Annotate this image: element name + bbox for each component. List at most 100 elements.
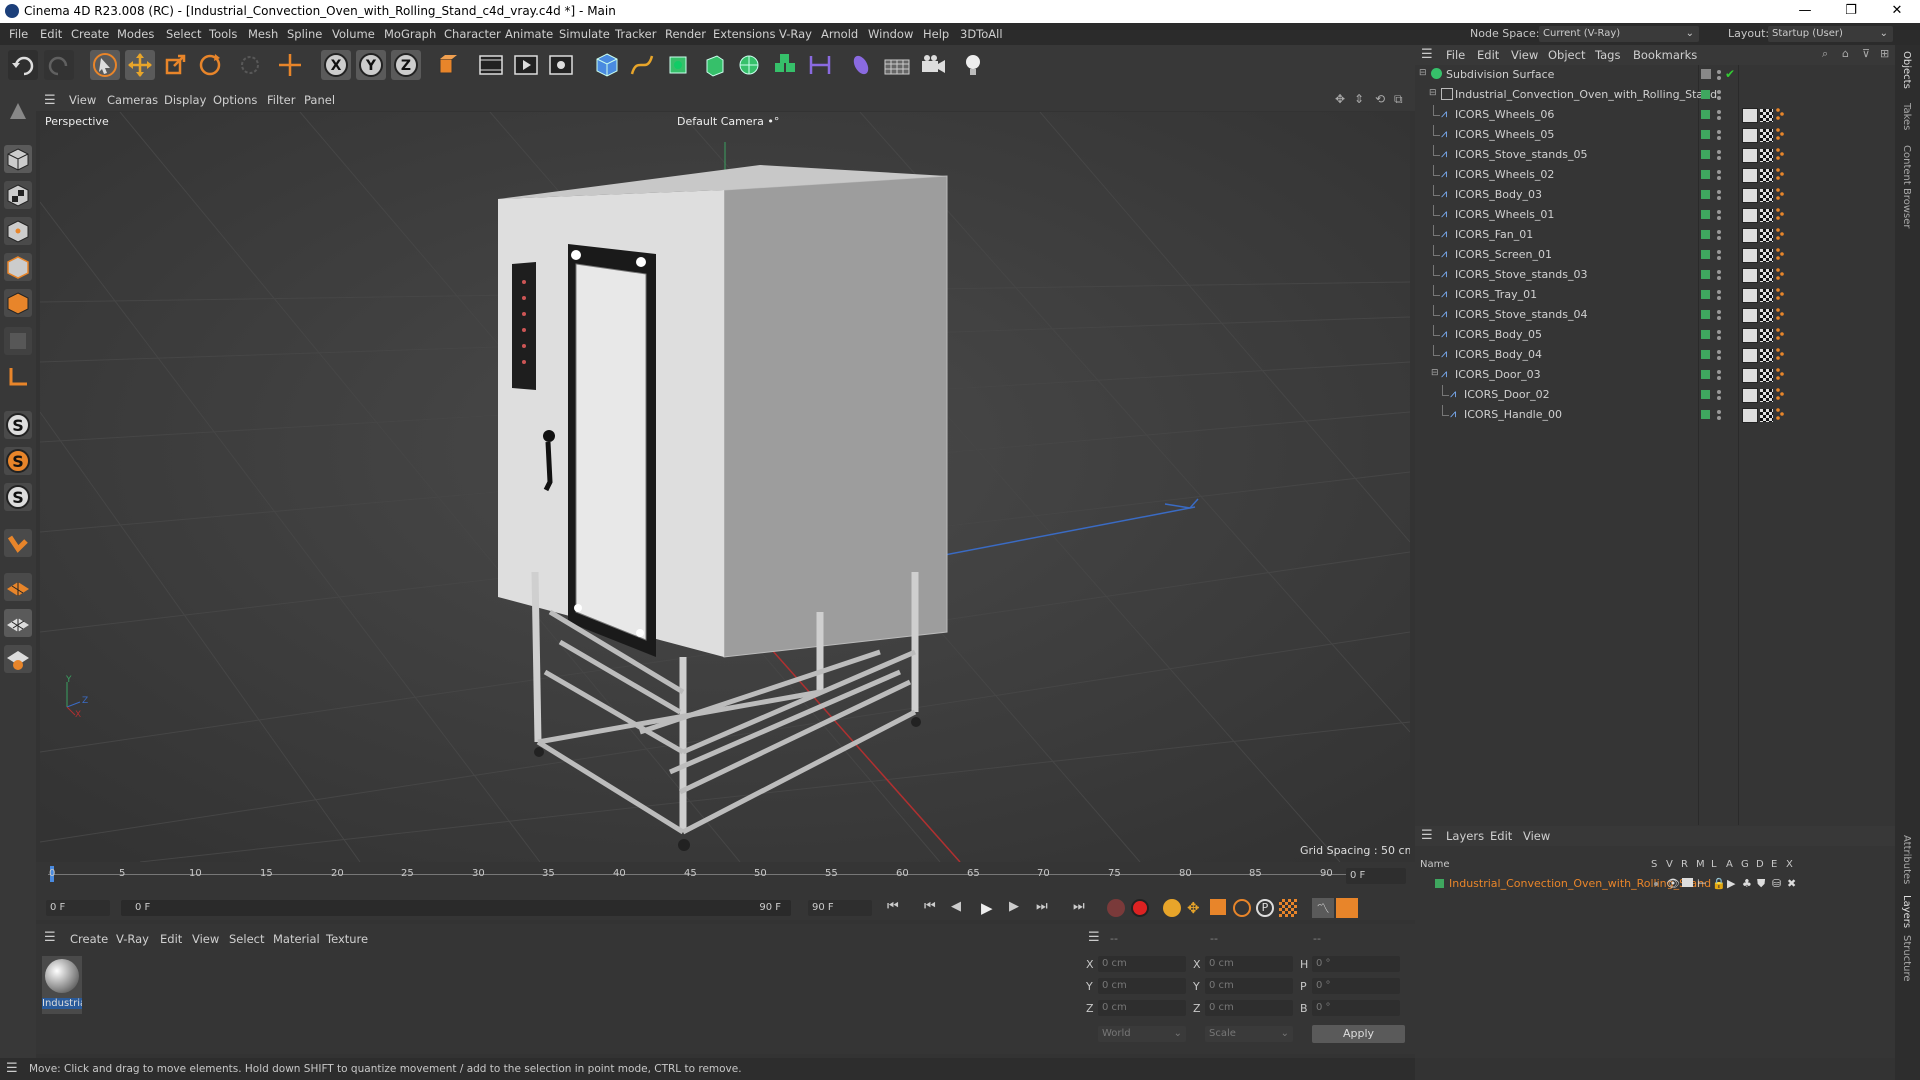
key-pla-icon[interactable]: [1279, 899, 1297, 917]
menu-tools[interactable]: Tools: [209, 27, 237, 41]
vp-menu-display[interactable]: Display: [164, 93, 206, 107]
undo-icon[interactable]: [8, 50, 38, 80]
vp-menu-options[interactable]: Options: [213, 93, 257, 107]
uvw-tag-icon[interactable]: [1776, 248, 1784, 260]
layer-color-swatch[interactable]: [1701, 210, 1710, 219]
material-swatch[interactable]: Industria: [42, 956, 82, 1014]
layer-color-swatch[interactable]: [1701, 130, 1710, 139]
mat-menu-texture[interactable]: Texture: [326, 932, 368, 946]
object-row[interactable]: ⩘ ICORS_Body_05: [1415, 325, 1895, 345]
hamburger-icon[interactable]: ☰: [1421, 828, 1433, 843]
material-tag-icon[interactable]: [1760, 109, 1773, 122]
uvw-tag-icon[interactable]: [1776, 128, 1784, 140]
vray-tag-icon[interactable]: [1742, 328, 1758, 343]
object-row[interactable]: ⩘ ICORS_Stove_stands_04: [1415, 305, 1895, 325]
object-row[interactable]: ⩘ ICORS_Wheels_06: [1415, 105, 1895, 125]
make-editable-icon[interactable]: [4, 97, 32, 125]
vray-tag-icon[interactable]: [1742, 288, 1758, 303]
visibility-editor-dot[interactable]: [1717, 290, 1721, 294]
uvw-tag-icon[interactable]: [1776, 368, 1784, 380]
collapse-icon[interactable]: ⊟: [1419, 68, 1427, 78]
material-tag-icon[interactable]: [1760, 409, 1773, 422]
layer-color-swatch[interactable]: [1701, 230, 1710, 239]
menu-character[interactable]: Character: [444, 27, 501, 41]
layer-color-swatch[interactable]: [1701, 390, 1710, 399]
menu-animate[interactable]: Animate: [505, 27, 553, 41]
deformers-icon[interactable]: ⛊: [1757, 877, 1765, 891]
end-frame-field[interactable]: 0 F: [1346, 868, 1406, 884]
layer-solo-dot[interactable]: [1654, 882, 1658, 886]
uvw-tag-icon[interactable]: [1776, 348, 1784, 360]
select-cursor-icon[interactable]: [90, 50, 120, 80]
visibility-editor-dot[interactable]: [1717, 130, 1721, 134]
vray-tag-icon[interactable]: [1742, 188, 1758, 203]
coord-size-x-field[interactable]: 0 cm: [1205, 956, 1293, 972]
vray-tag-icon[interactable]: [1742, 228, 1758, 243]
3d-viewport[interactable]: Perspective Default Camera •° Grid Spaci…: [40, 112, 1410, 862]
visibility-render-dot[interactable]: [1717, 76, 1721, 80]
timeline-layout-icon[interactable]: [1336, 898, 1358, 918]
visibility-editor-dot[interactable]: [1717, 150, 1721, 154]
object-row[interactable]: ⩘ ICORS_Wheels_05: [1415, 125, 1895, 145]
mat-menu-edit[interactable]: Edit: [160, 932, 182, 946]
visibility-render-dot[interactable]: [1717, 396, 1721, 400]
key-position-icon[interactable]: ✥: [1187, 899, 1205, 917]
object-row-subdivision-surface[interactable]: ⊟ Subdivision Surface ✔: [1415, 65, 1895, 85]
object-row[interactable]: ⩘ ICORS_Handle_00: [1415, 405, 1895, 425]
menu-mesh[interactable]: Mesh: [248, 27, 278, 41]
menu-spline[interactable]: Spline: [287, 27, 322, 41]
layer-color-swatch[interactable]: [1701, 250, 1710, 259]
floor-icon[interactable]: [882, 50, 912, 80]
visibility-render-dot[interactable]: [1717, 96, 1721, 100]
layer-color-swatch[interactable]: [1701, 370, 1710, 379]
object-row[interactable]: ⩘ ICORS_Fan_01: [1415, 225, 1895, 245]
material-tag-icon[interactable]: [1760, 269, 1773, 282]
transform-tool-icon[interactable]: [275, 50, 305, 80]
visibility-editor-dot[interactable]: [1717, 190, 1721, 194]
pan-view-icon[interactable]: ✥: [1335, 92, 1345, 106]
visibility-editor-dot[interactable]: [1717, 110, 1721, 114]
mat-menu-create[interactable]: Create: [70, 932, 108, 946]
material-tag-icon[interactable]: [1760, 129, 1773, 142]
mograph-icon[interactable]: [770, 50, 800, 80]
visibility-editor-dot[interactable]: [1717, 230, 1721, 234]
axis-mode-icon[interactable]: [4, 363, 32, 391]
collapse-icon[interactable]: ⊟: [1429, 88, 1437, 98]
material-tag-icon[interactable]: [1760, 249, 1773, 262]
obj-menu-edit[interactable]: Edit: [1477, 48, 1499, 62]
uvw-tag-icon[interactable]: [1776, 188, 1784, 200]
vray-tag-icon[interactable]: [1742, 108, 1758, 123]
redo-icon[interactable]: [44, 50, 74, 80]
x-axis-lock-icon[interactable]: X: [321, 50, 351, 80]
rotate-tool-icon[interactable]: [195, 50, 225, 80]
material-tag-icon[interactable]: [1760, 189, 1773, 202]
eye-icon[interactable]: 👁: [1666, 877, 1680, 890]
material-tag-icon[interactable]: [1760, 229, 1773, 242]
visibility-editor-dot[interactable]: [1717, 370, 1721, 374]
uvw-tag-icon[interactable]: [1776, 408, 1784, 420]
mat-menu-vray[interactable]: V-Ray: [116, 932, 149, 946]
obj-menu-view[interactable]: View: [1511, 48, 1538, 62]
zoom-view-icon[interactable]: ⇕: [1354, 92, 1364, 106]
coord-space-dropdown[interactable]: World ⌄: [1098, 1026, 1186, 1042]
uvw-tag-icon[interactable]: [1776, 108, 1784, 120]
key-parameter-icon[interactable]: P: [1256, 899, 1274, 917]
layer-menu-layers[interactable]: Layers: [1446, 829, 1484, 843]
coord-mode-dropdown[interactable]: Scale ⌄: [1205, 1026, 1293, 1042]
coord-rot-b-field[interactable]: 0 °: [1312, 1000, 1400, 1016]
visibility-render-dot[interactable]: [1717, 376, 1721, 380]
object-row[interactable]: ⩘ ICORS_Wheels_01: [1415, 205, 1895, 225]
magnet-icon[interactable]: [4, 529, 32, 557]
play-icon[interactable]: ▶: [981, 899, 1001, 917]
coord-rot-h-field[interactable]: 0 °: [1312, 956, 1400, 972]
uvw-tag-icon[interactable]: [1776, 308, 1784, 320]
visibility-editor-dot[interactable]: [1717, 390, 1721, 394]
enabled-check-icon[interactable]: ✔: [1725, 67, 1735, 81]
grid-plane-icon[interactable]: [4, 609, 32, 637]
live-selection-icon[interactable]: [235, 50, 265, 80]
new-window-icon[interactable]: ⊞: [1880, 47, 1889, 60]
manager-icon[interactable]: ⊢: [1697, 877, 1707, 890]
hamburger-icon[interactable]: ☰: [1088, 930, 1100, 945]
record-disabled-icon[interactable]: [1107, 899, 1125, 917]
cube-primitive-icon[interactable]: [592, 50, 622, 80]
